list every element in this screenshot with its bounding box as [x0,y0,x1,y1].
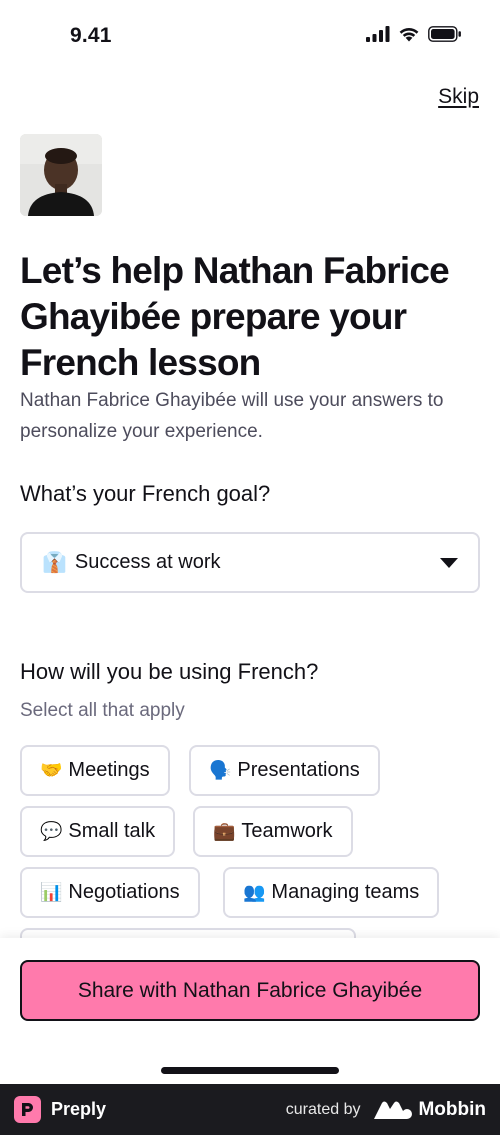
status-icons [366,26,462,42]
speaking-head-icon: 🗣️ [209,760,232,780]
skip-link[interactable]: Skip [438,85,479,109]
handshake-icon: 🤝 [40,760,63,780]
footer-bar: Preply curated by Mobbin [0,1084,500,1135]
briefcase-icon: 💼 [213,821,236,841]
chip-label: Managing teams [271,881,420,903]
chip-label: Small talk [68,820,156,842]
usage-hint: Select all that apply [20,700,185,721]
page-title: Let’s help Nathan Fabrice Ghayibée prepa… [20,250,450,383]
necktie-icon: 👔 [42,552,67,574]
chip-presentations[interactable]: 🗣️ Presentations [189,745,380,796]
status-bar: 9.41 [0,0,500,70]
usage-question: How will you be using French? [20,659,319,684]
wifi-icon [399,27,419,42]
goal-selected-value: Success at work [74,551,221,573]
chevron-down-icon [440,557,458,568]
preply-brand-name: Preply [51,1099,107,1119]
speech-bubble-icon: 💬 [40,821,63,841]
preply-logo-icon [14,1096,41,1123]
tutor-photo [20,134,102,216]
chip-label: Presentations [237,759,360,781]
home-indicator [161,1067,339,1074]
chip-label: Teamwork [241,820,333,842]
people-icon: 👥 [243,882,266,902]
chip-negotiations[interactable]: 📊 Negotiations [20,867,200,918]
curated-by-label: curated by [285,1100,361,1118]
mobbin-logo-icon [374,1101,413,1119]
status-time: 9.41 [70,24,112,47]
chip-managing-teams[interactable]: 👥 Managing teams [223,867,440,918]
chip-label: Meetings [68,759,150,781]
chip-label: Negotiations [68,881,180,903]
bar-chart-icon: 📊 [40,882,63,902]
chip-meetings[interactable]: 🤝 Meetings [20,745,170,796]
goal-question: What’s your French goal? [20,481,271,506]
tutor-avatar [20,134,102,216]
cellular-signal-icon [366,26,390,42]
chip-small-talk[interactable]: 💬 Small talk [20,806,176,857]
share-with-tutor-button[interactable]: Share with Nathan Fabrice Ghayibée [20,960,480,1021]
mobbin-brand-name: Mobbin [418,1098,486,1120]
goal-dropdown[interactable]: 👔 Success at work [20,532,480,593]
battery-icon [428,26,461,42]
chip-teamwork[interactable]: 💼 Teamwork [193,806,353,857]
page-subtitle: Nathan Fabrice Ghayibée will use your an… [20,390,444,442]
